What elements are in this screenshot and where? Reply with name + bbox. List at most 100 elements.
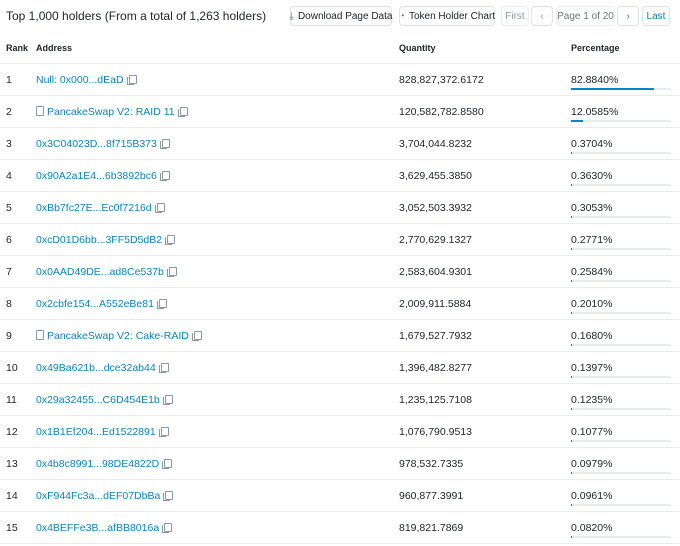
address-link[interactable]: Null: 0x000...dEaD [36, 74, 124, 86]
rank-cell: 4 [0, 159, 36, 192]
percentage-wrap: 0.1680% [571, 330, 671, 346]
percentage-value: 0.3053% [571, 201, 613, 214]
percentage-cell: 0.3053% [571, 191, 680, 224]
copy-icon[interactable] [156, 298, 167, 309]
percentage-value: 0.3630% [571, 169, 613, 182]
last-page-button[interactable]: Last [642, 6, 670, 26]
quantity-cell: 1,396,482.8277 [399, 351, 571, 384]
table-row: 15 0x4BEFFe3B...afBB8016a 819,821.7869 0.08… [0, 511, 680, 544]
quantity-cell: 819,821.7869 [399, 511, 571, 544]
first-page-button[interactable]: First [501, 6, 529, 26]
address-cell: Null: 0x000...dEaD [36, 63, 399, 96]
rank-cell: 15 [0, 511, 36, 544]
prev-page-button[interactable]: ‹ [531, 6, 553, 26]
percentage-bar-track [571, 311, 671, 314]
percentage-cell: 0.0979% [571, 447, 680, 480]
copy-icon[interactable] [177, 106, 188, 117]
rank-cell: 3 [0, 127, 36, 160]
percentage-wrap: 0.1397% [571, 361, 671, 378]
address-link[interactable]: 0x4BEFFe3B...afBB8016a [36, 522, 159, 534]
address-cell: 0x2cbfe154...A552eBe81 [36, 287, 399, 320]
address-link[interactable]: 0x49Ba621b...dce32ab44 [36, 362, 156, 374]
percentage-bar-fill [571, 119, 584, 122]
token-holder-chart-button[interactable]: ◔ Token Holder Chart [399, 6, 495, 26]
quantity-cell: 3,629,455.3850 [399, 159, 571, 192]
percentage-cell: 0.0961% [571, 479, 680, 512]
next-page-button[interactable]: › [617, 6, 639, 26]
address-cell: 0x4BEFFe3B...afBB8016a [36, 511, 399, 544]
address-link[interactable]: 0x0AAD49DE...ad8Ce537b [36, 266, 164, 278]
percentage-bar-track [571, 471, 671, 474]
address-link[interactable]: 0x4b8c8991...98DE4822D [36, 458, 159, 470]
holders-table-body: 1 Null: 0x000...dEaD 828,827,372.6172 82.88… [0, 63, 680, 544]
rank-cell: 12 [0, 415, 36, 448]
address-link[interactable]: PancakeSwap V2: Cake-RAID [47, 330, 189, 342]
percentage-cell: 0.3630% [571, 159, 680, 192]
address-link[interactable]: PancakeSwap V2: RAID 11 [47, 106, 175, 118]
percentage-value: 0.1077% [571, 425, 613, 438]
percentage-cell: 0.1397% [571, 351, 680, 384]
percentage-wrap: 0.0961% [571, 489, 671, 506]
table-row: 4 0x90A2a1E4...6b3892bc6 3,629,455.3850 0.3… [0, 159, 680, 192]
address-cell: 0xBb7fc27E...Ec0f7216d [36, 191, 399, 224]
percentage-value: 0.1397% [571, 361, 613, 374]
percentage-value: 0.0961% [571, 489, 613, 502]
rank-cell: 1 [0, 63, 36, 96]
address-link[interactable]: 0xBb7fc27E...Ec0f7216d [36, 202, 152, 214]
address-link[interactable]: 0x90A2a1E4...6b3892bc6 [36, 170, 157, 182]
percentage-value: 0.2584% [571, 265, 613, 278]
percentage-bar-track [571, 407, 671, 410]
contract-icon [36, 105, 44, 116]
copy-icon[interactable] [154, 202, 165, 213]
address-link[interactable]: 0x1B1Ef204...Ed1522891 [36, 426, 156, 438]
page-indicator: Page 1 of 20 [556, 6, 615, 26]
copy-icon[interactable] [191, 330, 202, 341]
toolbar: Top 1,000 holders (From a total of 1,263… [0, 0, 680, 32]
rank-cell: 13 [0, 447, 36, 480]
percentage-value: 0.0979% [571, 457, 613, 470]
holders-table: Rank Address Quantity Percentage 1 Null: … [0, 32, 680, 544]
column-rank: Rank [0, 32, 36, 64]
copy-icon[interactable] [165, 234, 176, 245]
percentage-value: 82.8840% [571, 73, 619, 86]
copy-icon[interactable] [158, 362, 169, 373]
copy-icon[interactable] [162, 394, 173, 405]
address-link[interactable]: 0x2cbfe154...A552eBe81 [36, 298, 154, 310]
percentage-bar-track [571, 87, 671, 90]
chart-icon: ◔ [398, 10, 405, 22]
address-link[interactable]: 0xcD01D6bb...3FF5D5dB2 [36, 234, 162, 246]
copy-icon[interactable] [158, 426, 169, 437]
table-row: 7 0x0AAD49DE...ad8Ce537b 2,583,604.9301 0.2… [0, 255, 680, 288]
quantity-cell: 1,679,527.7932 [399, 319, 571, 352]
address-cell: 0x90A2a1E4...6b3892bc6 [36, 159, 399, 192]
copy-icon[interactable] [159, 138, 170, 149]
address-link[interactable]: 0x3C04023D...8f715B373 [36, 138, 157, 150]
copy-icon[interactable] [126, 74, 137, 85]
address-cell: 0xcD01D6bb...3FF5D5dB2 [36, 223, 399, 256]
copy-icon[interactable] [163, 490, 174, 501]
percentage-bar-track [571, 343, 671, 346]
address-link[interactable]: 0xF944Fc3a...dEF07DbBa [36, 490, 160, 502]
copy-icon[interactable] [166, 266, 177, 277]
percentage-value: 0.2010% [571, 297, 613, 310]
percentage-wrap: 0.1077% [571, 425, 671, 442]
percentage-bar-track [571, 119, 671, 122]
column-percentage: Percentage [571, 32, 680, 64]
quantity-cell: 3,052,503.3932 [399, 191, 571, 224]
column-address: Address [36, 32, 399, 64]
copy-icon[interactable] [162, 458, 173, 469]
percentage-cell: 0.2010% [571, 287, 680, 320]
copy-icon[interactable] [162, 522, 173, 533]
address-link[interactable]: 0x29a32455...C6D454E1b [36, 394, 160, 406]
address-cell: 0x29a32455...C6D454E1b [36, 383, 399, 416]
percentage-bar-track [571, 535, 671, 538]
percentage-cell: 0.1077% [571, 415, 680, 448]
copy-icon[interactable] [159, 170, 170, 181]
table-row: 10 0x49Ba621b...dce32ab44 1,396,482.8277 0.… [0, 351, 680, 384]
percentage-value: 0.3704% [571, 137, 613, 150]
percentage-cell: 0.2584% [571, 255, 680, 288]
percentage-wrap: 0.0979% [571, 457, 671, 474]
download-page-data-button[interactable]: ⤓ Download Page Data [290, 6, 392, 26]
address-cell: 0x3C04023D...8f715B373 [36, 127, 399, 160]
table-row: 12 0x1B1Ef204...Ed1522891 1,076,790.9513 0.… [0, 415, 680, 448]
